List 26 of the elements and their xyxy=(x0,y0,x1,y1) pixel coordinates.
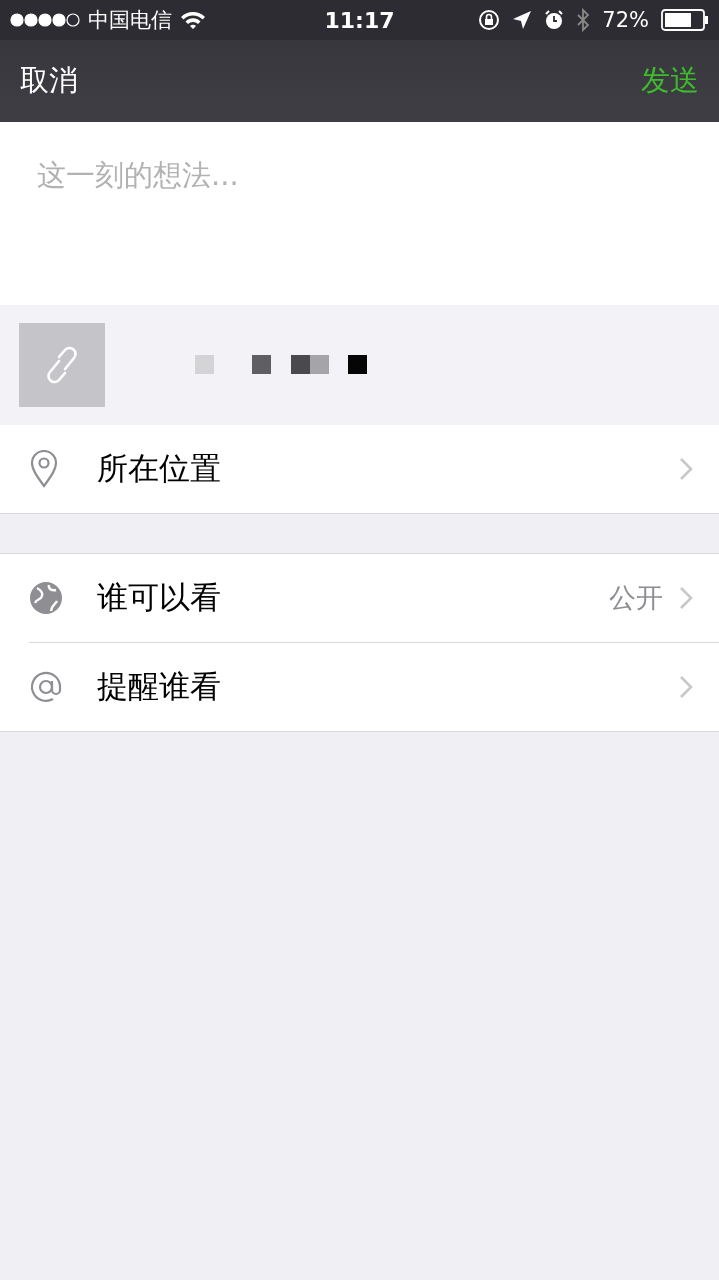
thought-input[interactable]: 这一刻的想法... xyxy=(0,122,719,305)
send-button[interactable]: 发送 xyxy=(641,61,699,101)
option-label: 谁可以看 xyxy=(97,578,222,617)
battery-icon xyxy=(661,9,709,31)
option-row[interactable]: 提醒谁看 xyxy=(29,643,719,731)
location-pin-icon xyxy=(29,450,59,488)
chevron-right-icon xyxy=(679,675,693,699)
status-time: 11:17 xyxy=(324,7,395,33)
option-label: 提醒谁看 xyxy=(97,667,222,706)
option-row[interactable]: 谁可以看 公开 xyxy=(29,554,719,642)
wifi-icon xyxy=(180,11,206,29)
option-value: 公开 xyxy=(609,581,663,615)
link-card[interactable] xyxy=(0,305,719,425)
option-label: 所在位置 xyxy=(97,449,222,488)
at-sign-icon xyxy=(29,670,63,704)
cancel-button[interactable]: 取消 xyxy=(20,61,78,101)
globe-icon xyxy=(29,581,63,615)
bluetooth-icon xyxy=(576,8,591,32)
alarm-clock-icon xyxy=(544,10,565,30)
battery-percent: 72% xyxy=(602,8,649,32)
location-arrow-icon xyxy=(512,10,533,30)
chevron-right-icon xyxy=(679,457,693,481)
rotation-lock-icon xyxy=(478,9,501,31)
carrier-name: 中国电信 xyxy=(88,7,172,34)
chevron-right-icon xyxy=(679,586,693,610)
signal-icon xyxy=(10,13,80,27)
